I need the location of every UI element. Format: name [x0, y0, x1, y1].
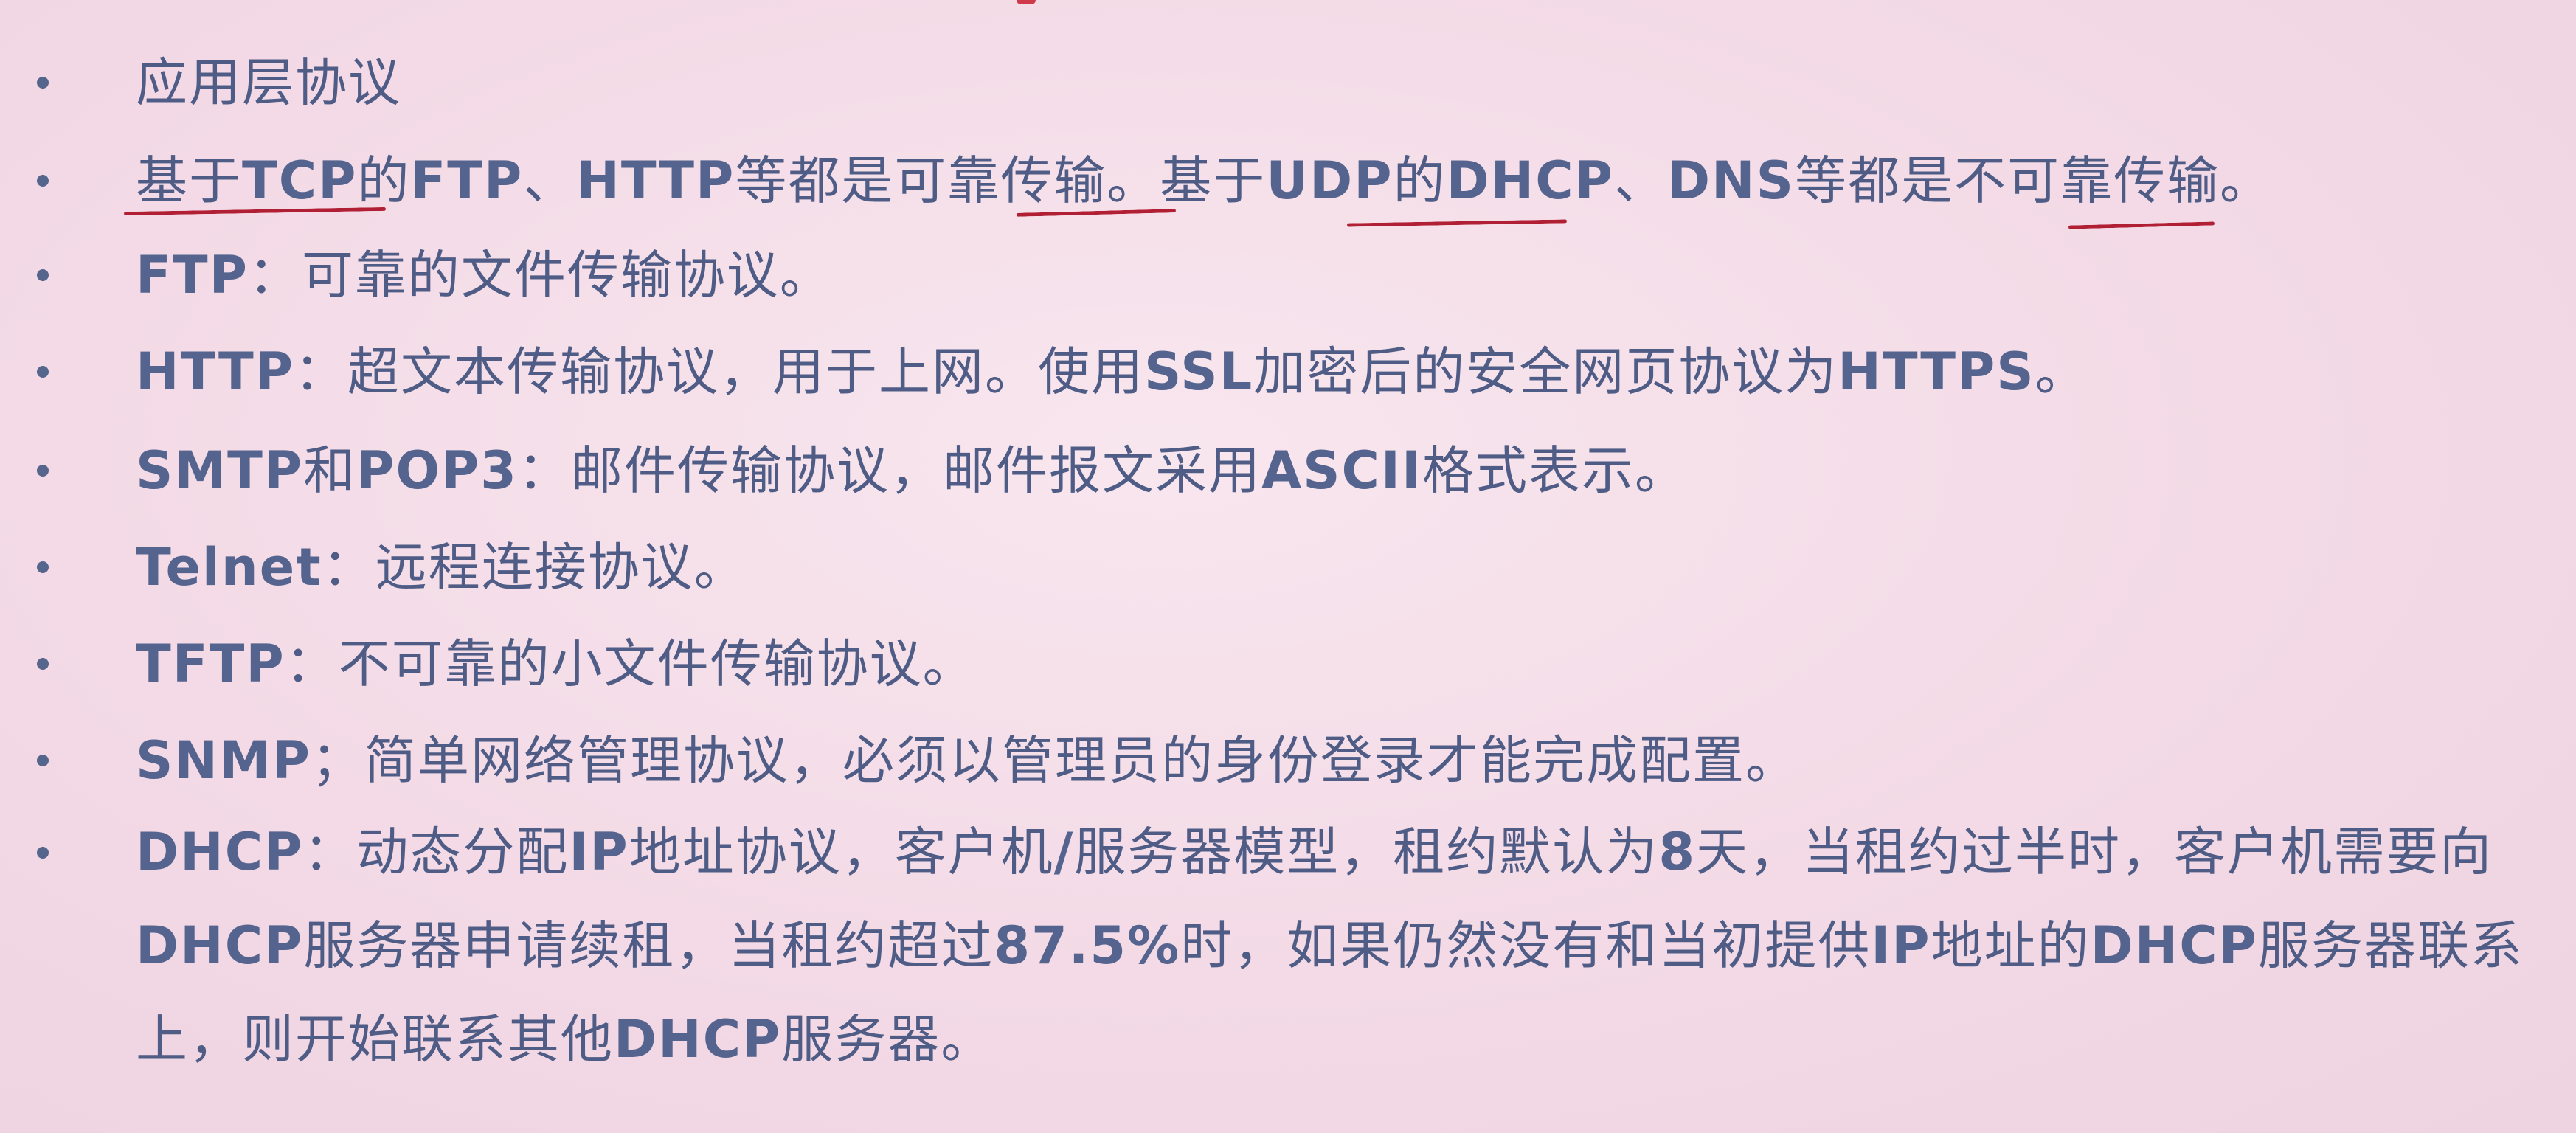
list-item-text: HTTP：超文本传输协议，用于上网。使用SSL加密后的安全网页协议为HTTPS。 [136, 342, 2088, 402]
list-item-text: FTP：可靠的文件传输协议。 [136, 245, 833, 305]
bullet-dot [37, 77, 49, 89]
list-item-text: DHCP：动态分配IP地址协议，客户机/服务器模型，租约默认为8天，当租约过半时… [136, 822, 2524, 1070]
list-item-text: SMTP和POP3：邮件传输协议，邮件报文采用ASCII格式表示。 [136, 440, 1689, 501]
bullet-dot [37, 755, 49, 766]
top-edge-mark [1017, 0, 1036, 4]
list-item-text: TFTP：不可靠的小文件传输协议。 [136, 634, 976, 694]
list-item-text: 应用层协议 [136, 52, 401, 113]
list-item-text: SNMP；简单网络管理协议，必须以管理员的身份登录才能完成配置。 [136, 730, 1798, 791]
bullet-dot [37, 465, 49, 477]
slide: 应用层协议 基于TCP的FTP、HTTP等都是可靠传输。基于UDP的DHCP、D… [0, 0, 2576, 1133]
bullet-dot [37, 847, 49, 859]
bullet-dot [37, 561, 49, 573]
bullet-dot [37, 269, 49, 281]
bullet-dot [37, 175, 49, 187]
bullet-dot [37, 366, 49, 378]
list-item-text: Telnet：远程连接协议。 [136, 537, 747, 597]
list-item-text: 基于TCP的FTP、HTTP等都是可靠传输。基于UDP的DHCP、DNS等都是不… [136, 150, 2274, 211]
bullet-dot [37, 658, 49, 670]
